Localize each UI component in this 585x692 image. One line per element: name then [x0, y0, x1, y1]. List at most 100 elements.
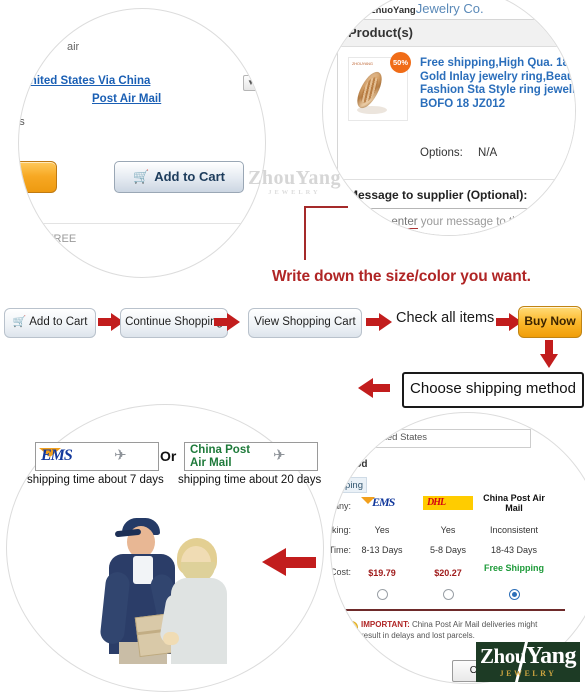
- discount-badge: 50%: [390, 52, 411, 73]
- arrow-right-icon: [366, 313, 392, 331]
- airplane-icon: ✈: [273, 446, 286, 464]
- shipping-destination-row: Shipping to United States Via China: [18, 75, 150, 87]
- cell-cost-dhl: $20.27: [417, 568, 479, 578]
- options-label: Options:: [420, 147, 463, 159]
- logo-text: ZhouYang: [476, 643, 580, 670]
- red-instruction-note: Write down the size/color you want.: [272, 268, 531, 286]
- shopping-cart-icon: 🛒: [13, 316, 27, 328]
- seller-row: ller: ZhuoYangJewelry Co.: [349, 1, 484, 16]
- arrow-left-icon: [262, 548, 316, 576]
- shopping-cart-icon: 🛒: [133, 169, 149, 184]
- country-select[interactable]: United States: [345, 429, 531, 448]
- logo-part2: Yang: [526, 643, 576, 669]
- wish-list-count: (0 Adds): [18, 203, 32, 215]
- zhouyang-jewelry-logo: ZhouYang JEWELRY: [476, 642, 580, 682]
- product-page-lens: air Shipping to United States Via China …: [18, 8, 266, 278]
- cell-total-time-ems: 8-13 Days: [351, 545, 413, 555]
- buy-now-button[interactable]: y Now: [18, 161, 57, 193]
- courier-illustration: [85, 502, 245, 662]
- seller-name: ZhuoYang: [370, 5, 416, 16]
- chevron-down-icon[interactable]: ▼: [243, 75, 259, 91]
- arrow-right-icon: [214, 313, 240, 331]
- row-label-tracking: acking:: [330, 525, 351, 535]
- order-confirm-lens: ller: ZhuoYangJewelry Co. Product(s) ZHO…: [322, 0, 576, 236]
- logo-subtitle: JEWELRY: [476, 669, 580, 678]
- us-flag-icon: [349, 433, 365, 444]
- product-title-link[interactable]: Free shipping,High Qua. 18K Gold Inlay j…: [420, 57, 576, 111]
- china-post-line2: Air Mail: [190, 457, 232, 469]
- products-header: Product(s): [338, 20, 576, 47]
- dhl-logo: DHL: [423, 496, 473, 510]
- ems-shipping-time-caption: shipping time about 7 days: [27, 474, 164, 486]
- buyer-protection-row: tion It's FREE: [18, 231, 76, 245]
- ems-logo-text: EMS: [41, 447, 72, 465]
- arrow-left-icon: [358, 378, 390, 398]
- shipping-destination-link[interactable]: United States Via China: [22, 75, 151, 87]
- buyer-protection-free: It's FREE: [30, 233, 76, 245]
- pointer-line-vertical: [304, 208, 306, 260]
- radio-china-post[interactable]: [509, 589, 520, 600]
- product-page-content: air Shipping to United States Via China …: [18, 9, 266, 277]
- radio-ems[interactable]: [377, 589, 388, 600]
- flow-buy-now-button[interactable]: Buy Now: [518, 306, 582, 338]
- row-label-total-time: Time:: [330, 545, 351, 555]
- cell-total-time-china-post: 18-43 Days: [483, 545, 545, 555]
- cell-tracking-dhl: Yes: [417, 525, 479, 535]
- cell-tracking-china-post: Inconsistent: [483, 525, 545, 535]
- divider: [18, 223, 259, 224]
- pointer-line-horizontal: [304, 206, 348, 208]
- courier-shirt: [133, 556, 153, 584]
- china-post-logo-box: China Post Air Mail ✈: [184, 442, 318, 471]
- lightbulb-icon: [345, 621, 358, 634]
- flow-step1-label: Add to Cart: [29, 316, 87, 328]
- cell-tracking-ems: Yes: [351, 525, 413, 535]
- customer-hand: [163, 632, 179, 645]
- cell-total-time-dhl: 5-8 Days: [417, 545, 479, 555]
- watermark-brand-first: Zhou: [248, 167, 296, 189]
- options-value: N/A: [478, 147, 497, 159]
- ring-shadow: [357, 106, 387, 114]
- message-to-supplier-section: Message to supplier (Optional): Please e…: [338, 180, 576, 236]
- product-options: Options: N/A: [420, 147, 497, 159]
- thumbnail-brand-tag: ZHOUYANG: [352, 61, 373, 66]
- seller-prefix: ller:: [349, 4, 367, 16]
- radio-dhl[interactable]: [443, 589, 454, 600]
- seller-company: Jewelry Co.: [416, 1, 484, 16]
- free-shipping-tab[interactable]: pping: [330, 477, 367, 493]
- or-separator-label: Or: [160, 448, 176, 464]
- row-label-shipping-cost: g Cost:: [330, 567, 351, 577]
- flow-check-all-items-text: Check all items: [396, 310, 494, 326]
- ems-logo-box: EMS ✈: [35, 442, 159, 471]
- china-post-line1: China Post: [190, 444, 250, 456]
- cell-cost-ems: $19.79: [351, 568, 413, 578]
- message-placeholder-part2: your message to the su: [418, 216, 541, 228]
- shipping-method-header: g Method: [330, 459, 367, 470]
- message-to-supplier-label: Message to supplier (Optional):: [348, 188, 576, 202]
- cell-cost-china-post: Free Shipping: [483, 563, 545, 573]
- shipping-destination-link-line2[interactable]: Post Air Mail: [92, 93, 161, 105]
- ems-logo: EMS: [361, 495, 409, 509]
- air-fragment-text: air: [67, 41, 79, 53]
- country-value: United States: [370, 432, 427, 443]
- message-to-supplier-input[interactable]: Please enter your message to the su: [348, 208, 576, 236]
- order-confirm-content: ller: ZhuoYangJewelry Co. Product(s) ZHO…: [323, 1, 576, 236]
- table-bottom-rule: [330, 609, 565, 611]
- dhl-logo-text: DHL: [427, 497, 445, 508]
- important-notice: IMPORTANT: China Post Air Mail deliverie…: [361, 619, 551, 641]
- wish-list-row[interactable]: sh List (0 Adds): [18, 203, 32, 215]
- row-label-shipping-company: mpany:: [330, 501, 351, 511]
- buyer-protection-label: tion: [18, 231, 19, 245]
- flow-continue-shopping-button[interactable]: Continue Shopping: [120, 308, 228, 338]
- product-row: ZHOUYANG 50% Free shipping,High Qua. 18K…: [338, 47, 576, 180]
- add-to-cart-button[interactable]: 🛒Add to Cart: [114, 161, 244, 193]
- flow-add-to-cart-button[interactable]: 🛒Add to Cart: [4, 308, 96, 338]
- china-post-shipping-time-caption: shipping time about 20 days: [178, 474, 321, 486]
- china-post-logo-text: China Post Air Mail: [190, 444, 250, 469]
- message-placeholder-part1: Please enter: [353, 216, 418, 229]
- ems-logo-text: EMS: [372, 495, 394, 510]
- choose-shipping-method-box: Choose shipping method: [402, 372, 584, 408]
- arrow-down-icon: [540, 340, 558, 368]
- products-card: Product(s) ZHOUYANG 50% Free shipping,Hi…: [337, 19, 576, 236]
- dispatch-note: t within 5 days: [18, 116, 25, 128]
- flow-view-shopping-cart-button[interactable]: View Shopping Cart: [248, 308, 362, 338]
